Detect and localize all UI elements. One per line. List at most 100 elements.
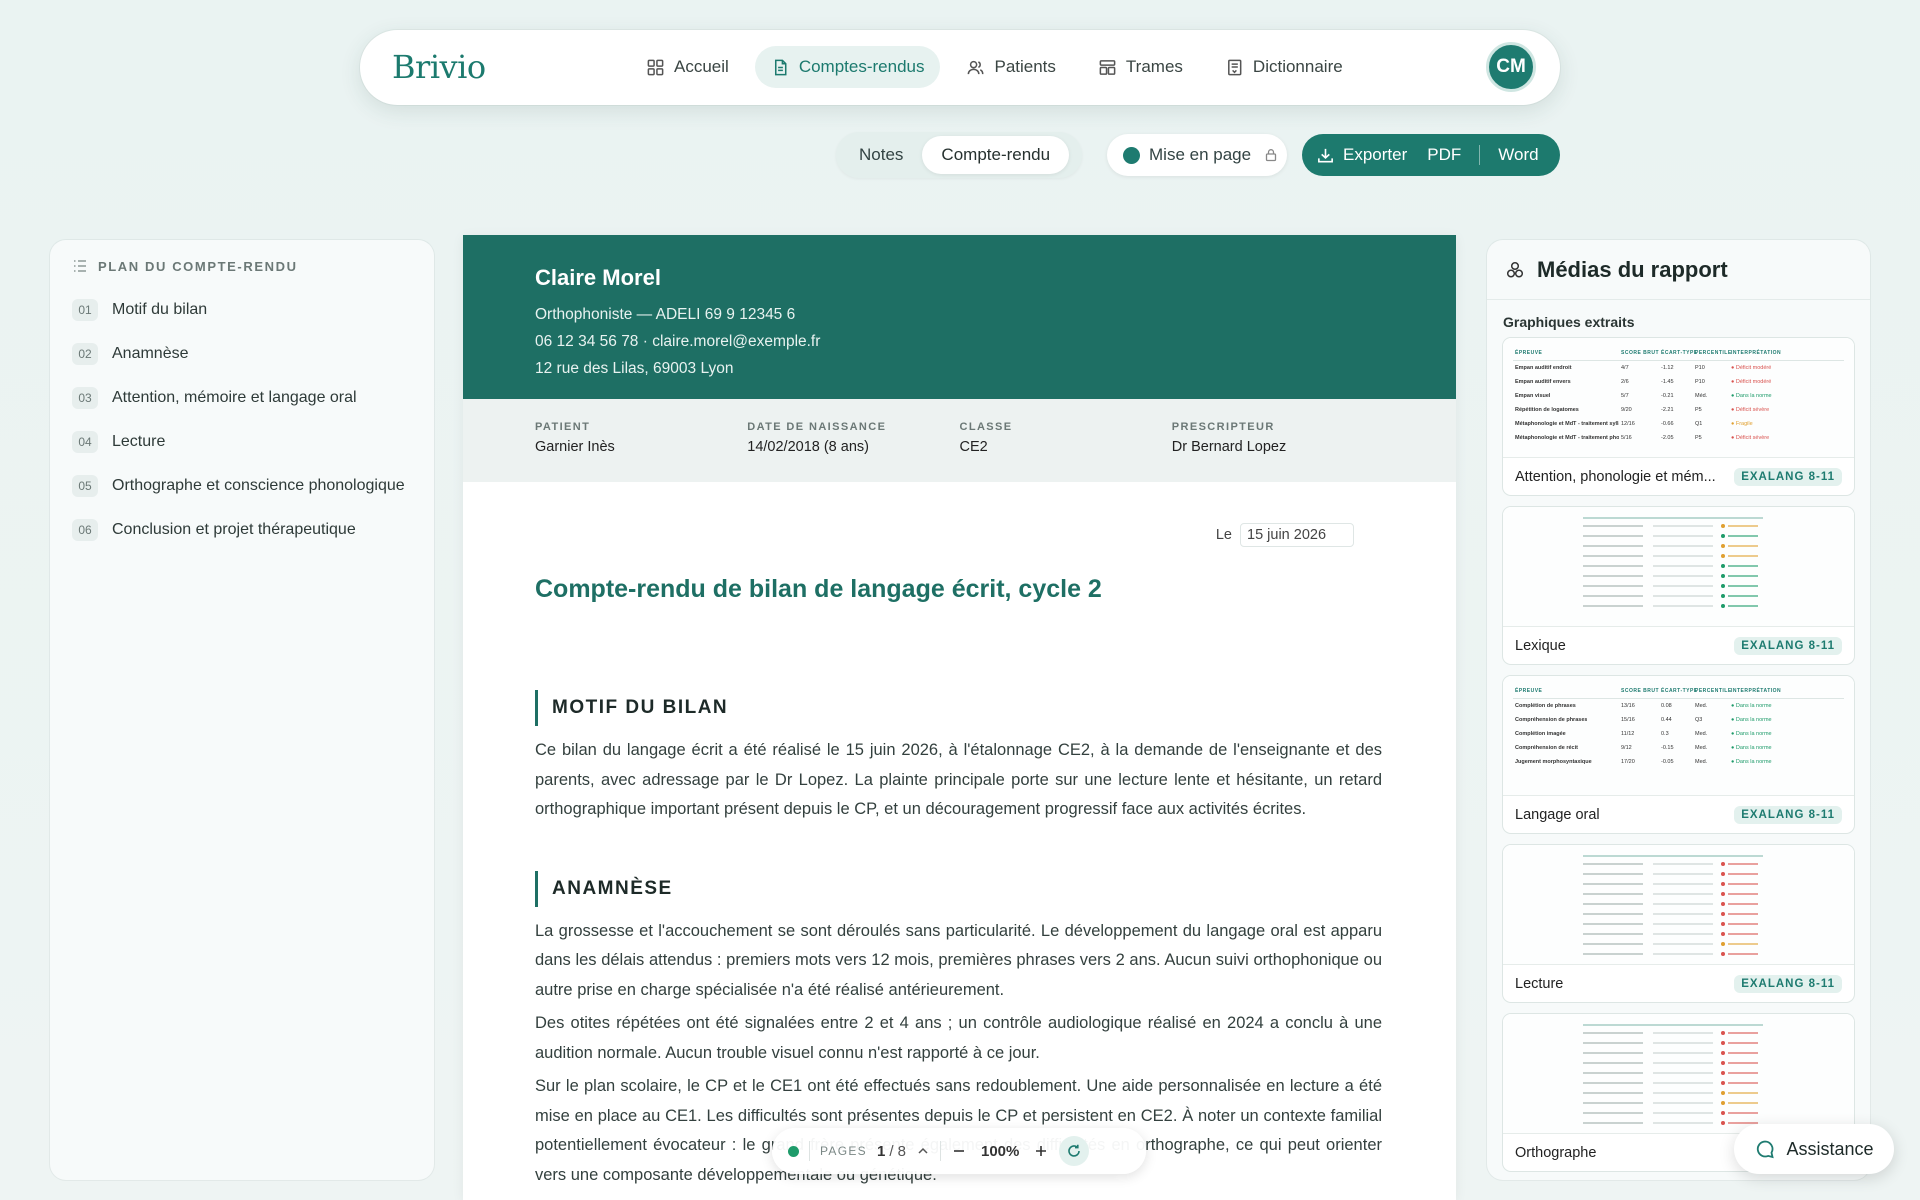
thumb-cell: Complétion imagée — [1515, 731, 1566, 737]
thumb-header: ÉPREUVE — [1515, 688, 1543, 694]
thumb-status-dot — [1721, 902, 1725, 906]
section-paragraph[interactable]: La grossesse et l'accouchement se sont d… — [535, 917, 1382, 1006]
media-card[interactable]: ÉPREUVE SCORE BRUT ÉCART-TYPE PERCENTILE INT… — [1503, 676, 1854, 833]
thumb-row — [1583, 923, 1643, 925]
outline-item[interactable]: 04 Lecture — [72, 420, 412, 464]
word-button[interactable]: Word — [1498, 145, 1538, 165]
chart-thumbnail — [1503, 507, 1854, 627]
brand-logo[interactable]: Brivio — [392, 48, 486, 86]
section-paragraph[interactable]: Des otites répétées ont été signalées en… — [535, 1009, 1382, 1068]
pdf-button[interactable]: PDF — [1427, 145, 1461, 165]
thumb-cell: ● Dans la norme — [1731, 703, 1772, 709]
thumb-status-bar — [1728, 933, 1758, 935]
thumb-row — [1653, 913, 1713, 915]
author-name: Claire Morel — [535, 265, 661, 290]
thumb-status-bar — [1728, 923, 1758, 925]
thumb-status-dot — [1721, 892, 1725, 896]
thumb-row — [1583, 1102, 1643, 1104]
thumb-cell: Empan auditif envers — [1515, 379, 1571, 385]
outline-item[interactable]: 03 Attention, mémoire et langage oral — [72, 376, 412, 420]
document-icon — [774, 59, 787, 75]
chevron-up-icon[interactable] — [916, 1144, 930, 1158]
thumb-header: PERCENTILE — [1695, 350, 1732, 356]
thumb-row — [1653, 893, 1713, 895]
zoom-in-icon[interactable] — [1033, 1143, 1049, 1159]
thumb-row — [1583, 555, 1643, 557]
card-title: Lexique — [1515, 637, 1566, 654]
notes-tab[interactable]: Notes — [840, 136, 922, 174]
user-avatar[interactable]: CM — [1486, 42, 1536, 92]
thumb-row — [1653, 575, 1713, 577]
thumb-cell: ● Fragile — [1731, 421, 1753, 427]
zoom-level: 100% — [981, 1142, 1020, 1160]
thumb-row — [1653, 525, 1713, 527]
thumb-header-rule — [1513, 360, 1844, 361]
thumb-cell: ● Dans la norme — [1731, 745, 1772, 751]
thumb-header: ÉCART-TYPE — [1661, 350, 1698, 356]
template-icon — [1099, 59, 1116, 75]
thumb-status-bar — [1728, 903, 1758, 905]
thumb-cell: Méd. — [1695, 393, 1708, 399]
page-controls: PAGES 1 / 8 100% — [772, 1128, 1146, 1174]
thumb-cell: Med. — [1695, 703, 1708, 709]
thumb-status-bar — [1728, 1062, 1758, 1064]
thumb-cell: ● Déficit sévère — [1731, 407, 1770, 413]
outline-header: PLAN DU COMPTE-RENDU — [72, 258, 412, 274]
thumb-row — [1653, 1042, 1713, 1044]
nav-links: Accueil Comptes-rendus Patients Trames D… — [630, 46, 1359, 88]
thumb-header-bar — [1583, 1024, 1763, 1026]
nav-patients[interactable]: Patients — [950, 46, 1071, 88]
thumb-cell: -2.21 — [1661, 407, 1674, 413]
export-button[interactable]: Exporter — [1316, 145, 1407, 165]
media-card[interactable]: Lecture EXALANG 8-11 — [1503, 845, 1854, 1002]
outline-item[interactable]: 02 Anamnèse — [72, 332, 412, 376]
refresh-icon — [1068, 1144, 1081, 1157]
section-paragraph[interactable]: Ce bilan du langage écrit a été réalisé … — [535, 736, 1382, 825]
thumb-row — [1653, 953, 1713, 955]
thumb-status-bar — [1728, 883, 1758, 885]
test-badge: EXALANG 8-11 — [1734, 636, 1842, 655]
thumb-status-dot — [1721, 524, 1725, 528]
list-icon — [74, 260, 86, 272]
media-card[interactable]: Lexique EXALANG 8-11 — [1503, 507, 1854, 664]
patient-field: CLASSE CE2 — [959, 421, 1013, 455]
thumb-cell: -0.15 — [1661, 745, 1674, 751]
layout-toggle[interactable]: Mise en page — [1107, 134, 1287, 176]
reset-zoom-button[interactable] — [1059, 1136, 1090, 1166]
thumb-row — [1583, 1032, 1643, 1034]
thumb-cell: Compréhension de récit — [1515, 745, 1578, 751]
divider — [809, 1141, 810, 1161]
assistance-button[interactable]: Assistance — [1734, 1124, 1894, 1174]
results-table-preview — [1503, 845, 1854, 964]
divider — [940, 1141, 941, 1161]
section-heading: MOTIF DU BILAN — [535, 690, 1382, 726]
zoom-out-icon[interactable] — [951, 1143, 967, 1159]
report-outline: PLAN DU COMPTE-RENDU 01 Motif du bilan 02… — [50, 240, 434, 1180]
thumb-status-dot — [1721, 1071, 1725, 1075]
nav-trames[interactable]: Trames — [1082, 46, 1199, 88]
letterhead: Claire Morel Orthophoniste — ADELI 69 9 … — [463, 235, 1456, 399]
thumb-row — [1653, 933, 1713, 935]
document-title[interactable]: Compte-rendu de bilan de langage écrit, … — [535, 575, 1382, 604]
outline-item[interactable]: 05 Orthographe et conscience phonologique — [72, 464, 412, 508]
nav-dictionnaire[interactable]: Dictionnaire — [1209, 46, 1359, 88]
outline-item[interactable]: 06 Conclusion et projet thérapeutique — [72, 508, 412, 552]
outline-item[interactable]: 01 Motif du bilan — [72, 288, 412, 332]
thumb-status-dot — [1721, 584, 1725, 588]
export-group: Exporter PDF Word — [1302, 134, 1560, 176]
nav-comptes-rendus[interactable]: Comptes-rendus — [754, 46, 941, 88]
thumb-cell: Empan auditif endroit — [1515, 365, 1572, 371]
report-tab[interactable]: Compte-rendu — [922, 136, 1070, 174]
thumb-status-dot — [1721, 594, 1725, 598]
current-page[interactable]: 1 — [877, 1143, 885, 1160]
thumb-row — [1583, 525, 1643, 527]
author-contact: 06 12 34 56 78 · claire.morel@exemple.fr — [535, 333, 821, 350]
thumb-status-dot — [1721, 932, 1725, 936]
thumb-cell: 9/12 — [1621, 745, 1632, 751]
thumb-header: INTERPRÉTATION — [1731, 688, 1782, 694]
nav-accueil[interactable]: Accueil — [630, 46, 745, 88]
thumb-row — [1653, 1092, 1713, 1094]
media-card[interactable]: ÉPREUVE SCORE BRUT ÉCART-TYPE PERCENTILE INT… — [1503, 338, 1854, 495]
date-field[interactable]: 15 juin 2026 — [1240, 523, 1354, 547]
thumb-row — [1583, 1042, 1643, 1044]
